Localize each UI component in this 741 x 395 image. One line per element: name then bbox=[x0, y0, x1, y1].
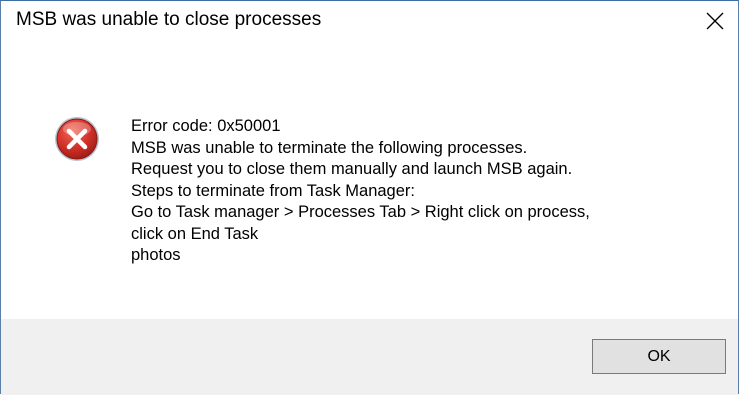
message-line: click on End Task bbox=[131, 224, 259, 243]
error-icon bbox=[55, 117, 99, 161]
error-dialog: MSB was unable to close processes Error … bbox=[0, 0, 739, 395]
message-line: Go to Task manager > Processes Tab > Rig… bbox=[131, 203, 590, 221]
dialog-title: MSB was unable to close processes bbox=[16, 9, 322, 30]
message-line: Request you to close them manually and l… bbox=[131, 160, 573, 178]
ok-button[interactable]: OK bbox=[592, 339, 726, 374]
dialog-content: Error code: 0x50001 MSB was unable to te… bbox=[1, 43, 738, 319]
close-button[interactable] bbox=[692, 1, 738, 41]
dialog-footer: OK bbox=[1, 319, 738, 395]
error-message: Error code: 0x50001 MSB was unable to te… bbox=[131, 116, 590, 267]
close-icon bbox=[706, 12, 724, 30]
message-line: MSB was unable to terminate the followin… bbox=[131, 138, 528, 157]
title-bar[interactable]: MSB was unable to close processes bbox=[1, 1, 738, 43]
message-line: Error code: 0x50001 bbox=[131, 117, 281, 135]
message-line: photos bbox=[131, 246, 181, 264]
message-line: Steps to terminate from Task Manager: bbox=[131, 181, 415, 200]
